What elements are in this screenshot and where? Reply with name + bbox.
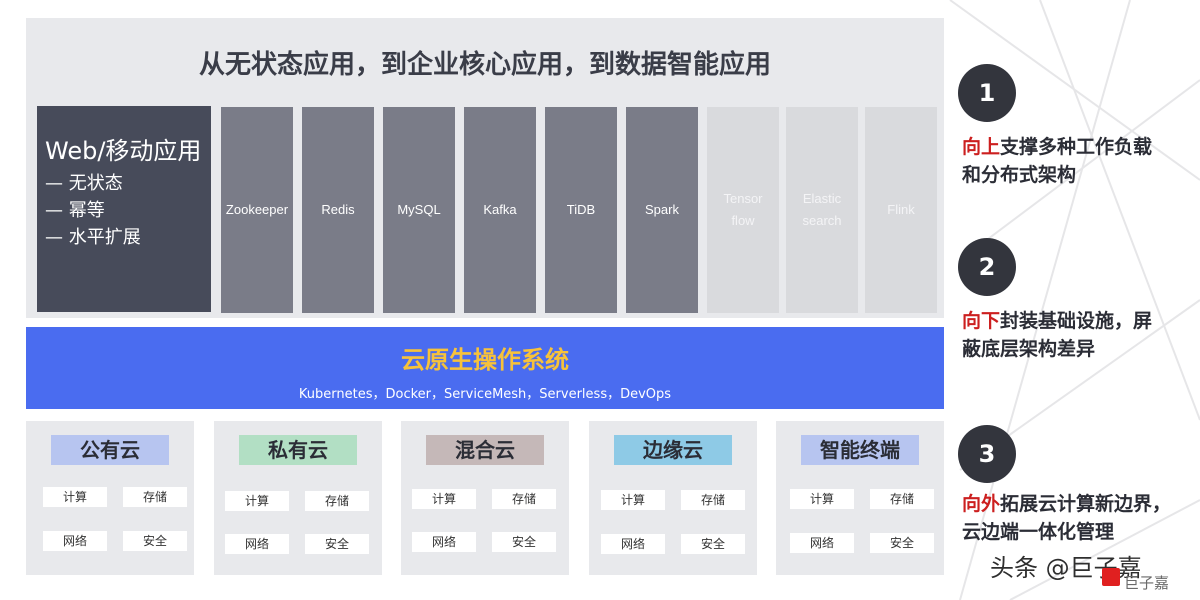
web-mobile-app-title: Web/移动应用 bbox=[45, 137, 202, 165]
cell-security: 安全 bbox=[492, 532, 556, 552]
applications-panel: 从无状态应用，到企业核心应用，到数据智能应用 Web/移动应用 — 无状态 — … bbox=[26, 18, 944, 318]
point-downward: 向下封装基础设施，屏 蔽底层架构差异 bbox=[962, 310, 1153, 360]
cell-security: 安全 bbox=[681, 534, 745, 554]
cloud-native-os-components: Kubernetes，Docker，ServiceMesh，Serverless… bbox=[298, 387, 672, 402]
cell-compute: 计算 bbox=[790, 489, 854, 509]
cell-security: 安全 bbox=[305, 534, 369, 554]
cell-storage: 存储 bbox=[492, 489, 556, 509]
app-column-redis: Redis bbox=[302, 107, 374, 313]
cell-security: 安全 bbox=[123, 531, 187, 551]
step-number-1: 1 bbox=[958, 64, 1016, 122]
cloud-label-edge: 边缘云 bbox=[614, 435, 732, 465]
web-feature-idempotent: — 幂等 bbox=[45, 200, 105, 221]
cloud-box-edge: 边缘云 计算 存储 网络 安全 bbox=[589, 421, 757, 575]
cell-storage: 存储 bbox=[681, 490, 745, 510]
web-feature-stateless: — 无状态 bbox=[45, 173, 123, 194]
web-mobile-app-block: Web/移动应用 — 无状态 — 幂等 — 水平扩展 bbox=[37, 106, 211, 312]
cloud-label-public: 公有云 bbox=[51, 435, 169, 465]
cloud-native-os-title: 云原生操作系统 bbox=[401, 346, 569, 374]
cell-compute: 计算 bbox=[225, 491, 289, 511]
cell-storage: 存储 bbox=[305, 491, 369, 511]
cell-network: 网络 bbox=[225, 534, 289, 554]
cell-network: 网络 bbox=[790, 533, 854, 553]
step-number-2: 2 bbox=[958, 238, 1016, 296]
cell-network: 网络 bbox=[412, 532, 476, 552]
cell-storage: 存储 bbox=[123, 487, 187, 507]
cell-storage: 存储 bbox=[870, 489, 934, 509]
point-upward-highlight: 向上 bbox=[962, 136, 1001, 158]
cell-network: 网络 bbox=[601, 534, 665, 554]
cloud-box-hybrid: 混合云 计算 存储 网络 安全 bbox=[401, 421, 569, 575]
cell-compute: 计算 bbox=[43, 487, 107, 507]
web-feature-horizontal-scaling: — 水平扩展 bbox=[45, 227, 141, 248]
point-upward: 向上支撑多种工作负载 和分布式架构 bbox=[962, 136, 1153, 186]
cloud-box-smart-terminal: 智能终端 计算 存储 网络 安全 bbox=[776, 421, 944, 575]
app-column-tidb: TiDB bbox=[545, 107, 617, 313]
point-outward-highlight: 向外 bbox=[962, 493, 1001, 515]
cloud-label-hybrid: 混合云 bbox=[426, 435, 544, 465]
toutiao-logo-icon bbox=[1102, 568, 1120, 586]
cell-network: 网络 bbox=[43, 531, 107, 551]
app-column-mysql: MySQL bbox=[383, 107, 455, 313]
step-number-3: 3 bbox=[958, 425, 1016, 483]
cloud-label-smart-terminal: 智能终端 bbox=[801, 435, 919, 465]
watermark-subtext: 巨子嘉 bbox=[1124, 574, 1170, 592]
cell-compute: 计算 bbox=[601, 490, 665, 510]
point-downward-highlight: 向下 bbox=[962, 310, 1001, 332]
app-column-elasticsearch: Elastic search bbox=[786, 107, 858, 313]
cloud-native-os-bar: 云原生操作系统 Kubernetes，Docker，ServiceMesh，Se… bbox=[26, 327, 944, 409]
cloud-label-private: 私有云 bbox=[239, 435, 357, 465]
app-column-spark: Spark bbox=[626, 107, 698, 313]
cell-compute: 计算 bbox=[412, 489, 476, 509]
app-column-zookeeper: Zookeeper bbox=[221, 107, 293, 313]
cloud-box-public: 公有云 计算 存储 网络 安全 bbox=[26, 421, 194, 575]
cloud-box-private: 私有云 计算 存储 网络 安全 bbox=[214, 421, 382, 575]
app-column-tensorflow: Tensor flow bbox=[707, 107, 779, 313]
point-outward: 向外拓展云计算新边界， 云边端一体化管理 bbox=[962, 493, 1172, 543]
app-column-flink: Flink bbox=[865, 107, 937, 313]
cell-security: 安全 bbox=[870, 533, 934, 553]
applications-title: 从无状态应用，到企业核心应用，到数据智能应用 bbox=[198, 50, 771, 80]
app-column-kafka: Kafka bbox=[464, 107, 536, 313]
